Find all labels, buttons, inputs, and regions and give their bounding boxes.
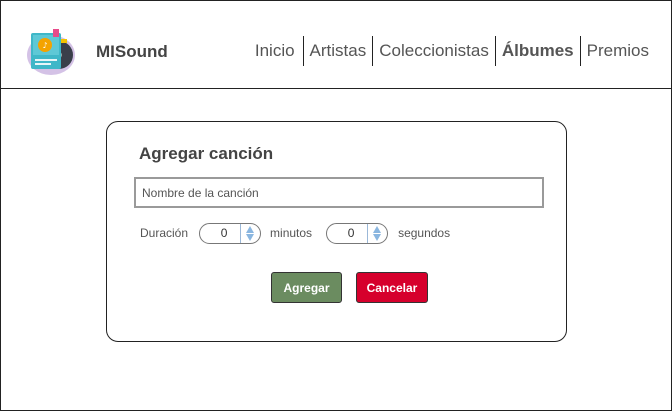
nav-coleccionistas[interactable]: Coleccionistas — [372, 36, 495, 66]
duration-label: Duración — [140, 226, 189, 240]
minutes-spin-buttons[interactable] — [240, 223, 258, 243]
seconds-spin-buttons[interactable] — [367, 223, 385, 243]
spin-down-icon[interactable] — [245, 233, 254, 241]
spin-up-icon[interactable] — [372, 225, 381, 233]
seconds-stepper[interactable]: 0 — [326, 222, 389, 244]
cancel-button[interactable]: Cancelar — [356, 272, 428, 303]
main-nav: Inicio Artistas Coleccionistas Álbumes P… — [255, 36, 655, 66]
header: ♪ MISound Inicio Artistas Coleccionistas… — [1, 1, 671, 89]
song-name-input[interactable] — [134, 177, 544, 208]
nav-artistas[interactable]: Artistas — [302, 36, 373, 66]
minutes-stepper[interactable]: 0 — [199, 222, 262, 244]
minutes-value[interactable]: 0 — [200, 226, 240, 240]
nav-inicio[interactable]: Inicio — [255, 36, 303, 66]
add-song-card: Agregar canción Duración 0 minutos 0 seg… — [106, 121, 567, 342]
spin-down-icon[interactable] — [372, 233, 381, 241]
duration-row: Duración 0 minutos 0 segundos — [140, 222, 450, 244]
nav-premios[interactable]: Premios — [579, 36, 655, 66]
nav-albumes[interactable]: Álbumes — [494, 36, 580, 66]
app-frame: ♪ MISound Inicio Artistas Coleccionistas… — [0, 0, 672, 411]
card-title: Agregar canción — [139, 144, 274, 163]
minutes-label: minutos — [270, 226, 313, 240]
add-button[interactable]: Agregar — [271, 272, 342, 303]
spin-up-icon[interactable] — [245, 225, 254, 233]
svg-text:♪: ♪ — [42, 41, 47, 50]
seconds-label: segundos — [398, 226, 451, 240]
album-logo-icon[interactable]: ♪ — [23, 25, 75, 77]
brand-name: MISound — [96, 42, 168, 61]
seconds-value[interactable]: 0 — [327, 226, 367, 240]
